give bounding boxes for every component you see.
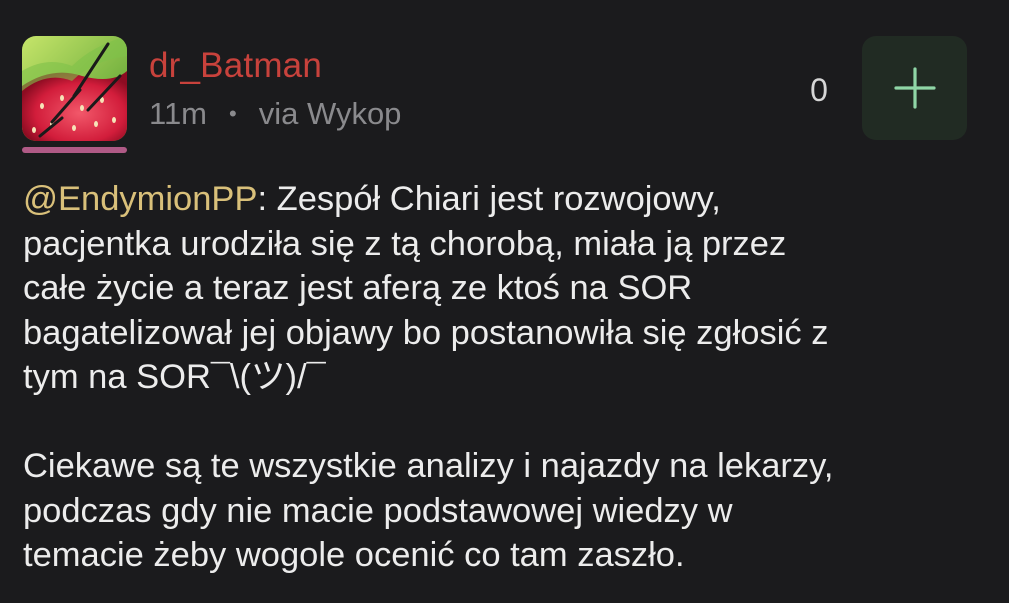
meta-separator: • <box>229 101 237 126</box>
comment-line: podczas gdy nie macie podstawowej wiedzy… <box>23 491 733 530</box>
comment-line-text: : Zespół Chiari jest rozwojowy, <box>257 180 721 218</box>
avatar-status-bar <box>22 147 127 153</box>
avatar-container[interactable] <box>22 36 128 153</box>
upvote-button[interactable] <box>862 36 967 140</box>
comment-line: tym na SOR¯\(ツ)/¯ <box>23 358 326 396</box>
comment-line: Ciekawe są te wszystkie analizy i najazd… <box>23 447 834 485</box>
user-mention-link[interactable]: @EndymionPP <box>23 180 257 218</box>
comment-meta: 11m • via Wykop <box>149 95 401 133</box>
strawberry-avatar-icon <box>22 36 127 141</box>
source-label: via Wykop <box>258 96 402 131</box>
timestamp: 11m <box>149 96 208 131</box>
comment-paragraph-1: @EndymionPP: Zespół Chiari jest rozwojow… <box>23 177 998 400</box>
comment-card: dr_Batman 11m • via Wykop 0 @EndymionPP:… <box>0 0 1009 603</box>
comment-paragraph-2: Ciekawe są te wszystkie analizy i najazd… <box>23 444 998 578</box>
comment-line: całe życie a teraz jest aferą ze ktoś na… <box>23 269 693 307</box>
avatar[interactable] <box>22 36 127 141</box>
comment-body: @EndymionPP: Zespół Chiari jest rozwojow… <box>23 177 998 578</box>
comment-line: pacjentka urodziła się z tą chorobą, mia… <box>23 224 787 263</box>
plus-icon <box>893 67 936 109</box>
author-name[interactable]: dr_Batman <box>149 45 322 87</box>
comment-line: @EndymionPP: Zespół Chiari jest rozwojow… <box>23 177 998 222</box>
comment-line: temacie żeby wogole ocenić co tam zaszło… <box>23 536 685 574</box>
vote-count: 0 <box>810 72 828 108</box>
comment-line: bagatelizował jej objawy bo postanowiła … <box>23 313 829 352</box>
